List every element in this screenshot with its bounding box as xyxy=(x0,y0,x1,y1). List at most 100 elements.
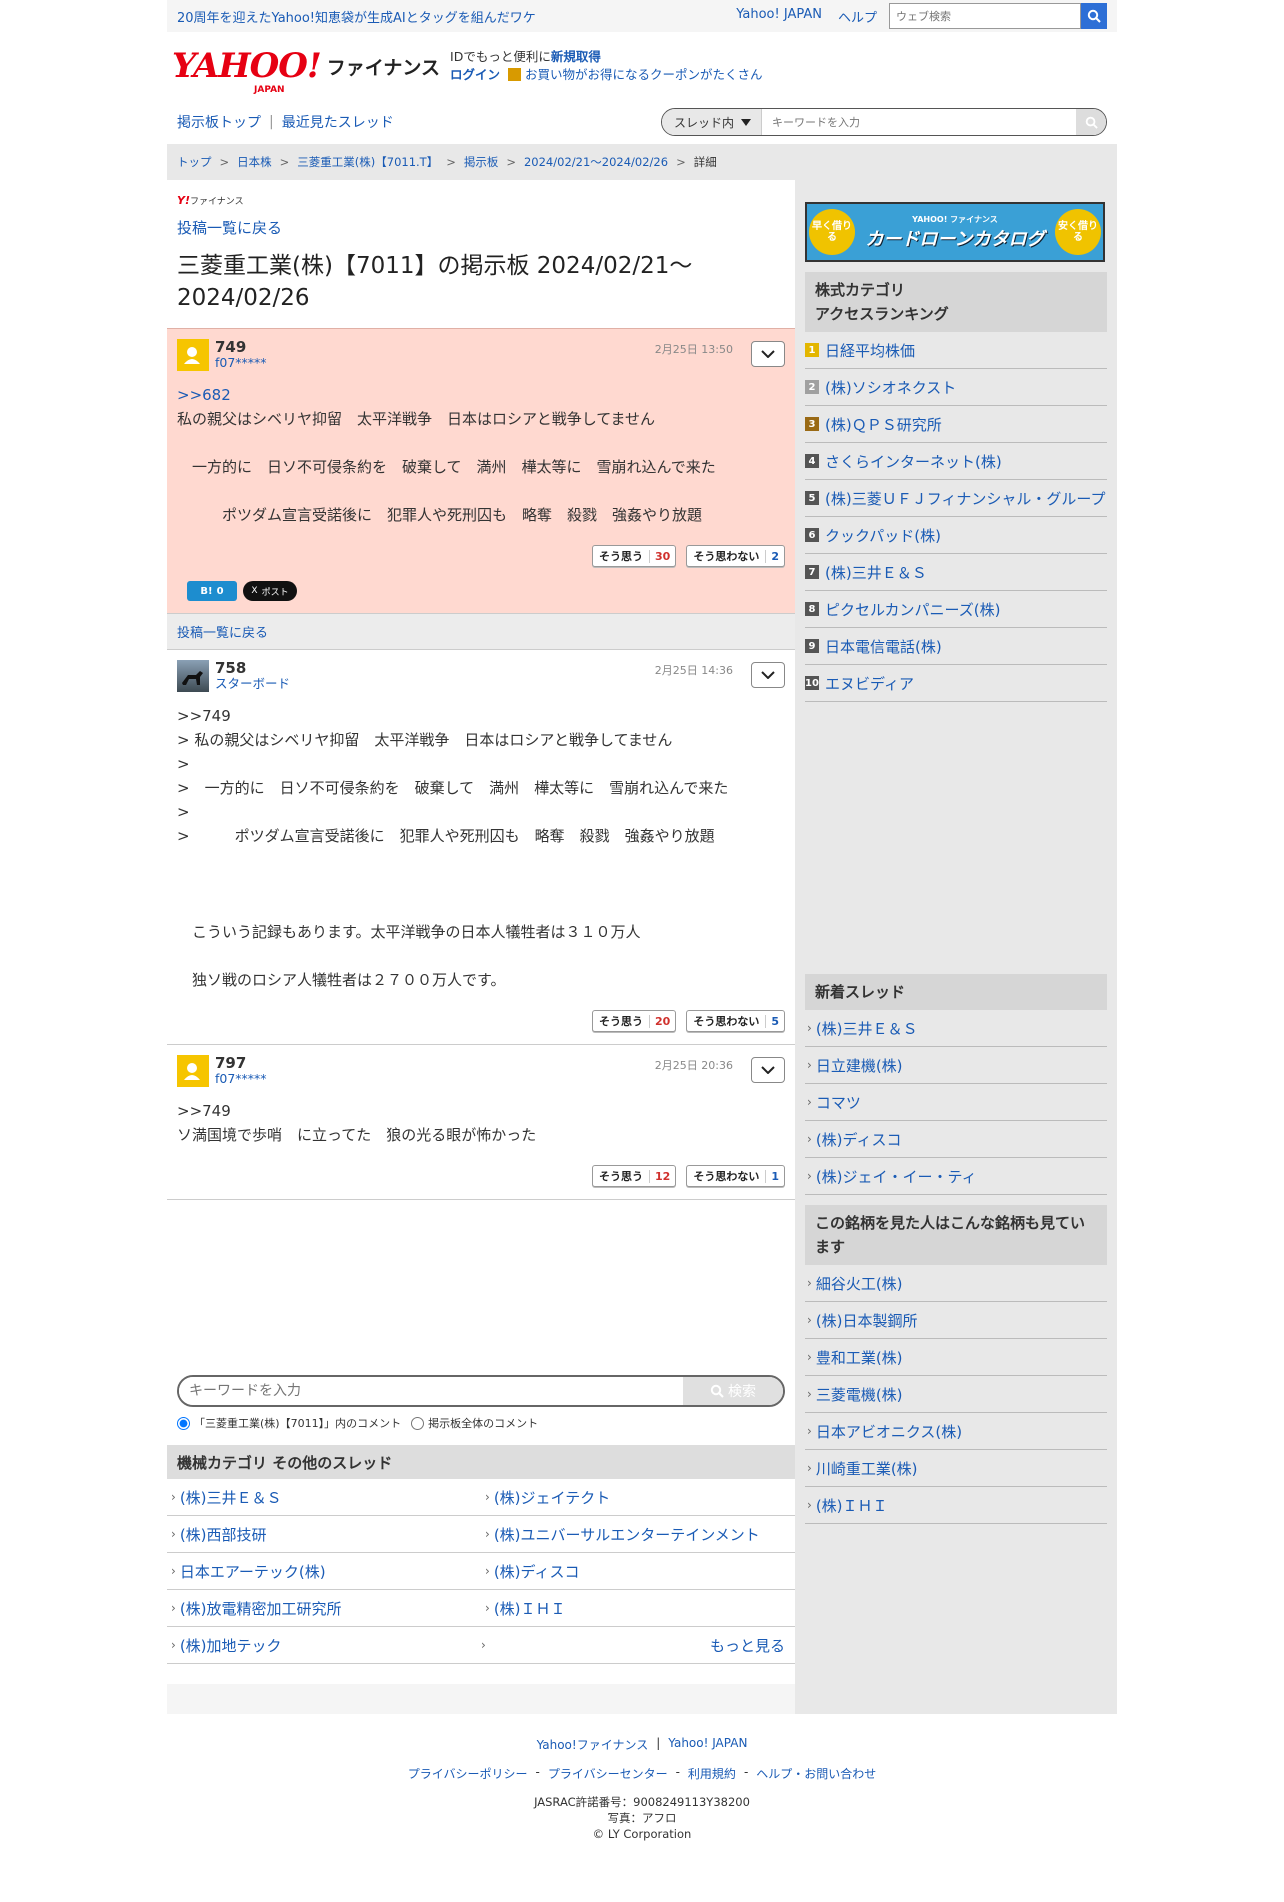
vote-buttons: そう思う 20 そう思わない 5 xyxy=(177,1010,785,1032)
coupon-link[interactable]: お買い物がお得になるクーポンがたくさん xyxy=(525,67,763,82)
other-thread-link[interactable]: (株)西部技研 xyxy=(167,1516,481,1553)
other-thread-link[interactable]: (株)ディスコ xyxy=(481,1553,795,1590)
avatar[interactable] xyxy=(177,339,209,371)
also-viewed-item[interactable]: 豊和工業(株) xyxy=(805,1339,1107,1376)
other-thread-link[interactable]: (株)ジェイテクト xyxy=(481,1479,795,1516)
hatena-bookmark-button[interactable]: B! 0 xyxy=(187,581,237,601)
also-viewed-item[interactable]: 日本アビオニクス(株) xyxy=(805,1413,1107,1450)
breadcrumb-stock[interactable]: 三菱重工業(株)【7011.T】 xyxy=(297,154,438,170)
privacy-center-link[interactable]: プライバシーセンター xyxy=(548,1765,668,1782)
top-news-link[interactable]: 20周年を迎えたYahoo!知恵袋が生成AIとタッグを組んだワケ xyxy=(177,7,736,26)
signup-link[interactable]: 新規取得 xyxy=(551,49,601,64)
other-thread-link[interactable]: (株)ユニバーサルエンターテインメント xyxy=(481,1516,795,1553)
triangle-down-icon xyxy=(741,118,751,126)
ranking-item-1[interactable]: 1 日経平均株価 xyxy=(805,332,1107,369)
more-threads-link[interactable]: もっと見る xyxy=(710,1635,785,1656)
ranking-item-7[interactable]: 7 (株)三井Ｅ＆Ｓ xyxy=(805,554,1107,591)
login-link[interactable]: ログイン xyxy=(450,67,500,82)
post-line: > 私の親父はシベリヤ抑留 太平洋戦争 日本はロシアと戦争してません xyxy=(177,731,673,749)
also-viewed-item[interactable]: (株)日本製鋼所 xyxy=(805,1302,1107,1339)
post-menu-button[interactable] xyxy=(751,1057,785,1083)
post-line: こういう記録もあります。太平洋戦争の日本人犠牲者は３１０万人 xyxy=(177,923,641,941)
web-search-input[interactable] xyxy=(889,3,1081,29)
avatar[interactable] xyxy=(177,1055,209,1087)
ranking-item-8[interactable]: 8 ピクセルカンパニーズ(株) xyxy=(805,591,1107,628)
agree-button[interactable]: そう思う 12 xyxy=(592,1165,677,1187)
terms-link[interactable]: 利用規約 xyxy=(688,1765,736,1782)
disagree-button[interactable]: そう思わない 1 xyxy=(686,1165,785,1187)
reply-link[interactable]: >>682 xyxy=(177,386,231,404)
ranking-item-9[interactable]: 9 日本電信電話(株) xyxy=(805,628,1107,665)
privacy-policy-link[interactable]: プライバシーポリシー xyxy=(408,1765,528,1782)
help-link[interactable]: ヘルプ xyxy=(838,7,877,26)
breadcrumb-top[interactable]: トップ xyxy=(177,154,212,170)
comment-search-button[interactable]: 検索 xyxy=(683,1377,783,1405)
also-viewed-item[interactable]: 三菱電機(株) xyxy=(805,1376,1107,1413)
also-viewed-item[interactable]: 細谷火工(株) xyxy=(805,1265,1107,1302)
search-icon xyxy=(1087,9,1101,23)
comment-search: 検索 「三菱重工業(株)【7011】」内のコメント 掲示板全体のコメント xyxy=(167,1375,795,1445)
ad-space xyxy=(167,1199,795,1375)
ranking-item-2[interactable]: 2 (株)ソシオネクスト xyxy=(805,369,1107,406)
ranking-item-10[interactable]: 10 エヌビディア xyxy=(805,665,1107,702)
yahoo-japan-link[interactable]: Yahoo! JAPAN xyxy=(736,7,822,26)
other-thread-link[interactable]: 日本エアーテック(株) xyxy=(167,1553,481,1590)
ranking-item-5[interactable]: 5 (株)三菱ＵＦＪフィナンシャル・グループ xyxy=(805,480,1107,517)
agree-button[interactable]: そう思う 30 xyxy=(592,545,677,567)
post-user[interactable]: f07***** xyxy=(215,355,267,370)
ranking-item-3[interactable]: 3 (株)ＱＰＳ研究所 xyxy=(805,406,1107,443)
new-thread-item[interactable]: (株)ジェイ・イー・ティ xyxy=(805,1158,1107,1195)
web-search-button[interactable] xyxy=(1081,3,1107,29)
scope-radio-thread[interactable]: 「三菱重工業(株)【7011】」内のコメント xyxy=(177,1415,401,1431)
new-thread-item[interactable]: (株)ディスコ xyxy=(805,1121,1107,1158)
search-scope-select[interactable]: スレッド内 xyxy=(662,109,762,135)
new-threads-list: (株)三井Ｅ＆Ｓ 日立建機(株) コマツ (株)ディスコ (株)ジェイ・イー・テ… xyxy=(805,1010,1107,1195)
avatar[interactable] xyxy=(177,660,209,692)
photo-credit: 写真：アフロ xyxy=(607,1811,677,1825)
agree-count: 20 xyxy=(649,1014,675,1028)
comment-search-input[interactable] xyxy=(179,1377,683,1405)
thread-search-button[interactable] xyxy=(1076,109,1106,135)
agree-button[interactable]: そう思う 20 xyxy=(592,1010,677,1032)
scope-radio-all[interactable]: 掲示板全体のコメント xyxy=(411,1415,538,1431)
coupon-icon xyxy=(507,68,521,81)
also-viewed-item[interactable]: 川崎重工業(株) xyxy=(805,1450,1107,1487)
post-line xyxy=(177,431,785,455)
breadcrumb-board[interactable]: 掲示板 xyxy=(464,154,499,170)
board-top-link[interactable]: 掲示板トップ xyxy=(177,112,261,132)
also-viewed-item[interactable]: (株)ＩＨＩ xyxy=(805,1487,1107,1524)
post-758: 758 スターボード 2月25日 14:36 >>749 > 私の親父はシベリヤ… xyxy=(167,649,795,1044)
other-thread-link[interactable]: (株)三井Ｅ＆Ｓ xyxy=(167,1479,481,1516)
back-to-list-link-2[interactable]: 投稿一覧に戻る xyxy=(177,622,268,641)
new-thread-item[interactable]: 日立建機(株) xyxy=(805,1047,1107,1084)
yahoo-finance-logo[interactable]: YAHOO! JAPAN ファイナンス xyxy=(172,49,440,95)
ranking-item-6[interactable]: 6 クックパッド(株) xyxy=(805,517,1107,554)
agree-count: 30 xyxy=(649,549,675,563)
other-thread-link[interactable]: (株)加地テック xyxy=(167,1627,481,1664)
post-menu-button[interactable] xyxy=(751,662,785,688)
thread-keyword-input[interactable] xyxy=(762,109,1076,135)
other-thread-link[interactable]: (株)放電精密加工研究所 xyxy=(167,1590,481,1627)
thread-search: スレッド内 xyxy=(661,108,1107,136)
cardloan-ad-banner[interactable]: 早く借りる YAHOO! ファイナンス カードローンカタログ 安く借りる xyxy=(805,202,1105,262)
other-thread-link[interactable]: (株)ＩＨＩ xyxy=(481,1590,795,1627)
ranking-item-4[interactable]: 4 さくらインターネット(株) xyxy=(805,443,1107,480)
post-menu-button[interactable] xyxy=(751,341,785,367)
back-to-list-link[interactable]: 投稿一覧に戻る xyxy=(177,217,785,238)
disagree-button[interactable]: そう思わない 5 xyxy=(686,1010,785,1032)
breadcrumb-japan-stocks[interactable]: 日本株 xyxy=(237,154,272,170)
footer-finance-link[interactable]: Yahoo!ファイナンス xyxy=(537,1736,649,1753)
breadcrumb-period[interactable]: 2024/02/21〜2024/02/26 xyxy=(524,154,668,170)
new-thread-item[interactable]: (株)三井Ｅ＆Ｓ xyxy=(805,1010,1107,1047)
disagree-button[interactable]: そう思わない 2 xyxy=(686,545,785,567)
post-user[interactable]: f07***** xyxy=(215,1071,267,1086)
logo-japan: JAPAN xyxy=(254,85,285,95)
recent-threads-link[interactable]: 最近見たスレッド xyxy=(282,112,394,132)
top-strip: 20周年を迎えたYahoo!知恵袋が生成AIとタッグを組んだワケ Yahoo! … xyxy=(167,0,1117,32)
footer-yahoo-link[interactable]: Yahoo! JAPAN xyxy=(668,1736,747,1753)
post-user[interactable]: スターボード xyxy=(215,676,290,691)
x-post-button[interactable]: X ポスト xyxy=(243,581,297,601)
new-thread-item[interactable]: コマツ xyxy=(805,1084,1107,1121)
help-contact-link[interactable]: ヘルプ・お問い合わせ xyxy=(756,1765,876,1782)
disagree-count: 1 xyxy=(765,1169,784,1183)
